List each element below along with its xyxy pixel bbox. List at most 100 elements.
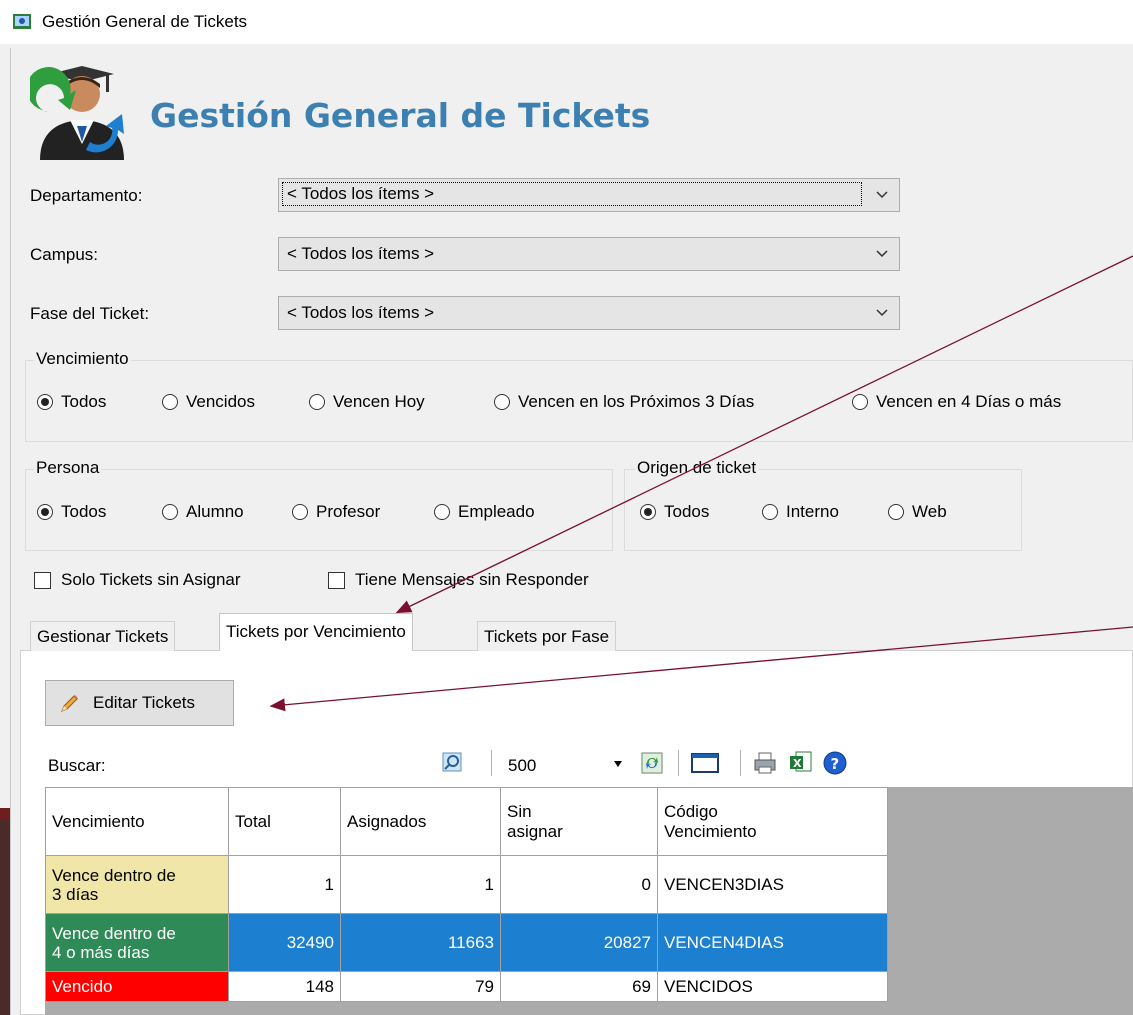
solo-sin-asignar-checkbox[interactable]: Solo Tickets sin Asignar <box>34 570 241 590</box>
radio-origen-web[interactable]: Web <box>888 502 947 522</box>
cell-total: 1 <box>228 855 341 914</box>
cell-asignados: 11663 <box>340 913 501 972</box>
refresh-icon[interactable] <box>640 751 664 775</box>
printer-icon[interactable] <box>752 750 778 776</box>
col-vencimiento[interactable]: Vencimiento <box>45 787 229 856</box>
dropdown-arrow-icon[interactable] <box>613 760 623 768</box>
editar-tickets-label: Editar Tickets <box>93 693 196 712</box>
app-icon <box>13 14 31 29</box>
vencimiento-legend: Vencimiento <box>34 349 131 369</box>
col-total[interactable]: Total <box>228 787 341 856</box>
toolbar-separator <box>678 750 679 776</box>
toolbar-separator <box>491 750 492 776</box>
radio-dot <box>162 504 178 520</box>
col-line: Código <box>664 801 718 821</box>
radio-label: Profesor <box>316 502 381 521</box>
radio-dot <box>162 394 178 410</box>
radio-label: Web <box>912 502 947 521</box>
tab-fase[interactable]: Tickets por Fase <box>477 621 617 651</box>
checkbox-box <box>34 571 51 589</box>
window-title: Gestión General de Tickets <box>42 12 248 31</box>
chevron-down-icon <box>876 250 888 258</box>
radio-dot <box>37 504 53 520</box>
cell-total: 148 <box>228 971 341 1002</box>
radio-label: Interno <box>786 502 839 521</box>
campus-combo[interactable]: < Todos los ítems > <box>278 237 900 271</box>
departamento-label: Departamento: <box>30 186 143 205</box>
radio-persona-empleado[interactable]: Empleado <box>434 502 535 522</box>
checkbox-label: Solo Tickets sin Asignar <box>61 570 241 589</box>
departamento-value: < Todos los ítems > <box>282 182 862 206</box>
chevron-down-icon <box>876 191 888 199</box>
mensajes-sin-responder-checkbox[interactable]: Tiene Mensajes sin Responder <box>328 570 589 590</box>
table-row[interactable]: Vence dentro de 3 días 1 1 0 VENCEN3DIAS <box>45 855 888 914</box>
col-asignados[interactable]: Asignados <box>340 787 501 856</box>
search-icon[interactable] <box>440 750 464 774</box>
background-edge-accent <box>0 808 10 820</box>
window-icon[interactable] <box>690 752 720 774</box>
radio-label: Alumno <box>186 502 244 521</box>
excel-export-icon[interactable]: X <box>788 749 814 775</box>
campus-label: Campus: <box>30 245 99 264</box>
page-size-value[interactable]: 500 <box>508 756 536 776</box>
chevron-down-icon <box>876 309 888 317</box>
radio-origen-interno[interactable]: Interno <box>762 502 839 522</box>
persona-legend: Persona <box>34 458 102 478</box>
radio-dot <box>434 504 450 520</box>
radio-dot <box>888 504 904 520</box>
cell-codigo: VENCEN3DIAS <box>657 855 888 914</box>
table-row[interactable]: Vencido 148 79 69 VENCIDOS <box>45 971 888 1002</box>
cell-line: Vence dentro de <box>52 923 176 943</box>
editar-tickets-button[interactable]: Editar Tickets <box>45 680 234 726</box>
col-line: Sin <box>507 801 532 821</box>
tab-vencimiento[interactable]: Tickets por Vencimiento <box>219 613 413 651</box>
checkbox-label: Tiene Mensajes sin Responder <box>355 570 589 589</box>
cell-line: 4 o más días <box>52 942 150 962</box>
cell-sin-asignar: 69 <box>500 971 658 1002</box>
tab-gestionar[interactable]: Gestionar Tickets <box>30 621 176 651</box>
fase-value: < Todos los ítems > <box>287 303 435 322</box>
cell-codigo: VENCIDOS <box>657 971 888 1002</box>
graduate-user-icon <box>30 66 124 160</box>
radio-persona-todos[interactable]: Todos <box>37 502 106 522</box>
radio-label: Todos <box>664 502 710 521</box>
radio-origen-todos[interactable]: Todos <box>640 502 709 522</box>
radio-label: Todos <box>61 392 107 411</box>
page-title: Gestión General de Tickets <box>150 96 651 135</box>
radio-venc-todos[interactable]: Todos <box>37 392 106 412</box>
departamento-combo[interactable]: < Todos los ítems > <box>278 178 900 212</box>
help-icon[interactable]: ? <box>822 750 848 776</box>
radio-label: Vencidos <box>186 392 255 411</box>
cell-vencimiento: Vencido <box>45 971 229 1002</box>
toolbar-separator <box>740 750 741 776</box>
radio-label: Empleado <box>458 502 535 521</box>
cell-vencimiento: Vence dentro de 3 días <box>45 855 229 914</box>
table-row[interactable]: Vence dentro de 4 o más días 32490 11663 … <box>45 913 888 972</box>
radio-venc-4dias[interactable]: Vencen en 4 Días o más <box>852 392 1061 412</box>
cell-line: Vence dentro de <box>52 865 176 885</box>
col-codigo[interactable]: Código Vencimiento <box>657 787 888 856</box>
cell-sin-asignar: 20827 <box>500 913 658 972</box>
radio-dot <box>494 394 510 410</box>
checkbox-box <box>328 571 345 589</box>
cell-asignados: 79 <box>340 971 501 1002</box>
svg-text:?: ? <box>831 755 840 773</box>
fase-combo[interactable]: < Todos los ítems > <box>278 296 900 330</box>
radio-dot <box>762 504 778 520</box>
radio-persona-alumno[interactable]: Alumno <box>162 502 244 522</box>
cell-asignados: 1 <box>340 855 501 914</box>
origen-legend: Origen de ticket <box>635 458 759 478</box>
radio-venc-vencidos[interactable]: Vencidos <box>162 392 255 412</box>
fase-label: Fase del Ticket: <box>30 304 150 323</box>
radio-dot <box>852 394 868 410</box>
background-edge <box>0 808 10 1015</box>
cell-vencimiento: Vence dentro de 4 o más días <box>45 913 229 972</box>
radio-dot <box>309 394 325 410</box>
radio-persona-profesor[interactable]: Profesor <box>292 502 380 522</box>
radio-label: Vencen en los Próximos 3 Días <box>518 392 755 411</box>
radio-venc-3dias[interactable]: Vencen en los Próximos 3 Días <box>494 392 754 412</box>
radio-venc-hoy[interactable]: Vencen Hoy <box>309 392 425 412</box>
svg-text:X: X <box>793 757 802 770</box>
col-sin-asignar[interactable]: Sin asignar <box>500 787 658 856</box>
radio-label: Todos <box>61 502 107 521</box>
